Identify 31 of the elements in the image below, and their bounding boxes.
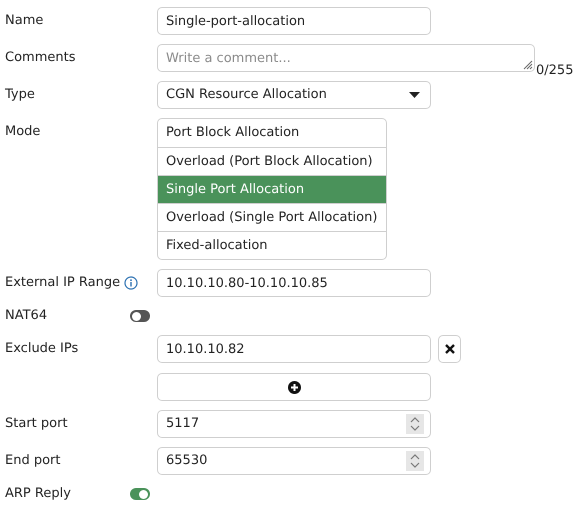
field-label: NAT64	[5, 307, 48, 326]
field-label: Exclude IPs	[5, 340, 78, 358]
number-field[interactable]: 5117	[157, 410, 431, 438]
field-label: External IP Range	[5, 274, 120, 292]
mode-option[interactable]: Fixed-allocation	[158, 231, 386, 259]
close-icon	[444, 344, 454, 354]
field-label: ARP Reply	[5, 485, 71, 504]
spinner-icon[interactable]	[406, 414, 424, 434]
mode-option[interactable]: Port Block Allocation	[158, 119, 386, 147]
number-field[interactable]: 65530	[157, 447, 431, 475]
toggle-switch[interactable]	[130, 310, 150, 322]
resize-handle-icon[interactable]	[521, 58, 533, 70]
field-label: Comments	[5, 49, 76, 68]
field-label: End port	[5, 452, 60, 470]
mode-option[interactable]: Overload (Single Port Allocation)	[158, 203, 386, 231]
text-field[interactable]: 10.10.10.80-10.10.10.85	[157, 269, 431, 297]
plus-icon	[288, 380, 300, 394]
field-label: Start port	[5, 415, 68, 434]
field-label: Type	[5, 86, 35, 104]
field-label: Name	[5, 12, 44, 30]
comment-field[interactable]: Write a comment...	[157, 44, 535, 72]
character-counter: 0/255	[536, 62, 574, 80]
ip-field[interactable]: 10.10.10.82	[157, 335, 431, 363]
toggle-switch[interactable]	[130, 488, 150, 500]
mode-option[interactable]: Single Port Allocation	[158, 175, 386, 203]
type-dropdown[interactable]: CGN Resource Allocation	[157, 81, 431, 109]
field-label: Mode	[5, 123, 40, 142]
caret-icon	[409, 92, 420, 98]
text-field[interactable]: Single-port-allocation	[157, 7, 431, 35]
spinner-icon[interactable]	[406, 451, 424, 471]
remove-button[interactable]	[438, 335, 461, 363]
